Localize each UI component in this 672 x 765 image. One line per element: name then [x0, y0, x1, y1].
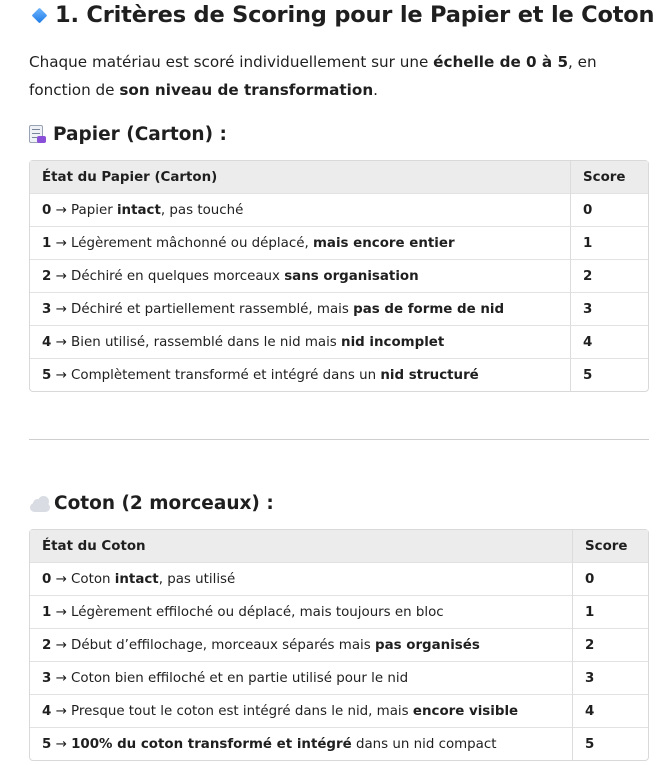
state-emphasis: pas organisés [375, 637, 480, 653]
state-text: → Déchiré et partiellement rassemblé, ma… [51, 301, 354, 317]
score-cell: 3 [573, 662, 648, 695]
state-emphasis: pas de forme de nid [353, 301, 505, 317]
paper-heading: Papier (Carton) : [29, 124, 227, 145]
state-text-tail: , pas utilisé [158, 571, 236, 587]
score-cell: 2 [573, 629, 648, 662]
level-number: 4 [42, 703, 52, 719]
state-cell: 1 → Légèrement mâchonné ou déplacé, mais… [30, 227, 571, 260]
score-cell: 3 [571, 293, 648, 326]
level-number: 5 [42, 736, 52, 752]
document-icon [29, 124, 46, 145]
paper-table-body: 0 → Papier intact, pas touché 0 1 → Légère… [30, 194, 648, 391]
column-header-score: Score [571, 161, 648, 194]
level-number: 3 [42, 670, 52, 686]
state-text: → Déchiré en quelques morceaux [51, 268, 285, 284]
table-row: 2 → Début d’effilochage, morceaux séparé… [30, 629, 648, 662]
table-row: 4 → Bien utilisé, rassemblé dans le nid … [30, 326, 648, 359]
level-number: 2 [42, 268, 52, 284]
state-cell: 0 → Coton intact, pas utilisé [30, 563, 573, 596]
column-header-score: Score [573, 530, 648, 563]
cotton-heading-text: Coton (2 morceaux) : [54, 493, 274, 514]
state-emphasis: nid structuré [380, 367, 479, 383]
table-row: 5 → 100% du coton transformé et intégré … [30, 728, 648, 760]
page-title-text: 1. Critères de Scoring pour le Papier et… [55, 2, 655, 28]
level-number: 0 [42, 571, 52, 587]
table-row: 0 → Coton intact, pas utilisé 0 [30, 563, 648, 596]
state-cell: 5 → Complètement transformé et intégré d… [30, 359, 571, 391]
paper-scoring-table: État du Papier (Carton) Score 0 → Papier… [29, 160, 649, 392]
state-text: → Papier [51, 202, 117, 218]
document-page: 1. Critères de Scoring pour le Papier et… [0, 0, 672, 765]
table-row: 1 → Légèrement mâchonné ou déplacé, mais… [30, 227, 648, 260]
score-cell: 5 [585, 736, 595, 752]
state-text: → Bien utilisé, rassemblé dans le nid ma… [51, 334, 342, 350]
cotton-heading: Coton (2 morceaux) : [29, 493, 274, 514]
cotton-table-body: 0 → Coton intact, pas utilisé 0 1 → Légère… [30, 563, 648, 760]
state-cell: 5 → 100% du coton transformé et intégré … [30, 728, 573, 760]
paper-heading-text: Papier (Carton) : [53, 124, 227, 145]
score-cell: 0 [573, 563, 648, 596]
intro-bold-1: échelle de 0 à 5 [433, 53, 569, 71]
blue-diamond-icon [31, 7, 48, 23]
state-emphasis: intact [116, 202, 161, 218]
column-header-state: État du Papier (Carton) [30, 161, 571, 194]
score-cell: 4 [573, 695, 648, 728]
state-cell: 3 → Coton bien effiloché et en partie ut… [30, 662, 573, 695]
section-divider [29, 439, 649, 440]
score-cell: 0 [571, 194, 648, 227]
state-text: → Légèrement effiloché ou déplacé, mais … [51, 604, 444, 620]
level-number: 0 [42, 202, 52, 218]
intro-paragraph: Chaque matériau est scoré individuelleme… [29, 48, 649, 104]
state-cell: 1 → Légèrement effiloché ou déplacé, mai… [30, 596, 573, 629]
state-emphasis: sans organisation [284, 268, 419, 284]
state-cell: 4 → Presque tout le coton est intégré da… [30, 695, 573, 728]
state-cell: 0 → Papier intact, pas touché [30, 194, 571, 227]
state-emphasis: intact [114, 571, 159, 587]
level-number: 1 [42, 604, 52, 620]
intro-text-3: . [373, 81, 378, 99]
table-header-row: État du Coton Score [30, 530, 648, 563]
page-title: 1. Critères de Scoring pour le Papier et… [30, 2, 655, 28]
score-cell: 5 [583, 367, 593, 383]
state-emphasis: encore visible [412, 703, 519, 719]
level-number: 3 [42, 301, 52, 317]
state-text: → Début d’effilochage, morceaux séparés … [51, 637, 375, 653]
table-row: 3 → Déchiré et partiellement rassemblé, … [30, 293, 648, 326]
state-text-tail: , pas touché [160, 202, 244, 218]
intro-bold-2: son niveau de transformation [119, 81, 374, 99]
table-row: 0 → Papier intact, pas touché 0 [30, 194, 648, 227]
table-row: 3 → Coton bien effiloché et en partie ut… [30, 662, 648, 695]
level-number: 1 [42, 235, 52, 251]
cloud-icon [29, 495, 51, 513]
intro-text-1: Chaque matériau est scoré individuelleme… [29, 53, 434, 71]
state-cell: 4 → Bien utilisé, rassemblé dans le nid … [30, 326, 571, 359]
cotton-scoring-table: État du Coton Score 0 → Coton intact, pa… [29, 529, 649, 761]
score-cell: 1 [573, 596, 648, 629]
table-row: 2 → Déchiré en quelques morceaux sans or… [30, 260, 648, 293]
state-text: → [51, 736, 72, 752]
state-text: → Légèrement mâchonné ou déplacé, [51, 235, 313, 251]
score-cell: 1 [571, 227, 648, 260]
table-row: 4 → Presque tout le coton est intégré da… [30, 695, 648, 728]
score-cell: 4 [571, 326, 648, 359]
score-cell: 2 [571, 260, 648, 293]
state-cell: 2 → Début d’effilochage, morceaux séparé… [30, 629, 573, 662]
state-cell: 2 → Déchiré en quelques morceaux sans or… [30, 260, 571, 293]
column-header-state: État du Coton [30, 530, 573, 563]
level-number: 5 [42, 367, 52, 383]
state-emphasis: mais encore entier [312, 235, 455, 251]
state-text: → Complètement transformé et intégré dan… [51, 367, 381, 383]
state-text: → Coton bien effiloché et en partie util… [51, 670, 409, 686]
level-number: 2 [42, 637, 52, 653]
level-number: 4 [42, 334, 52, 350]
table-header-row: État du Papier (Carton) Score [30, 161, 648, 194]
state-text: → Presque tout le coton est intégré dans… [51, 703, 413, 719]
table-row: 5 → Complètement transformé et intégré d… [30, 359, 648, 391]
state-emphasis: nid incomplet [341, 334, 445, 350]
table-row: 1 → Légèrement effiloché ou déplacé, mai… [30, 596, 648, 629]
state-text-tail: dans un nid compact [351, 736, 497, 752]
state-text: → Coton [51, 571, 115, 587]
state-emphasis: 100% du coton transformé et intégré [71, 736, 352, 752]
state-cell: 3 → Déchiré et partiellement rassemblé, … [30, 293, 571, 326]
